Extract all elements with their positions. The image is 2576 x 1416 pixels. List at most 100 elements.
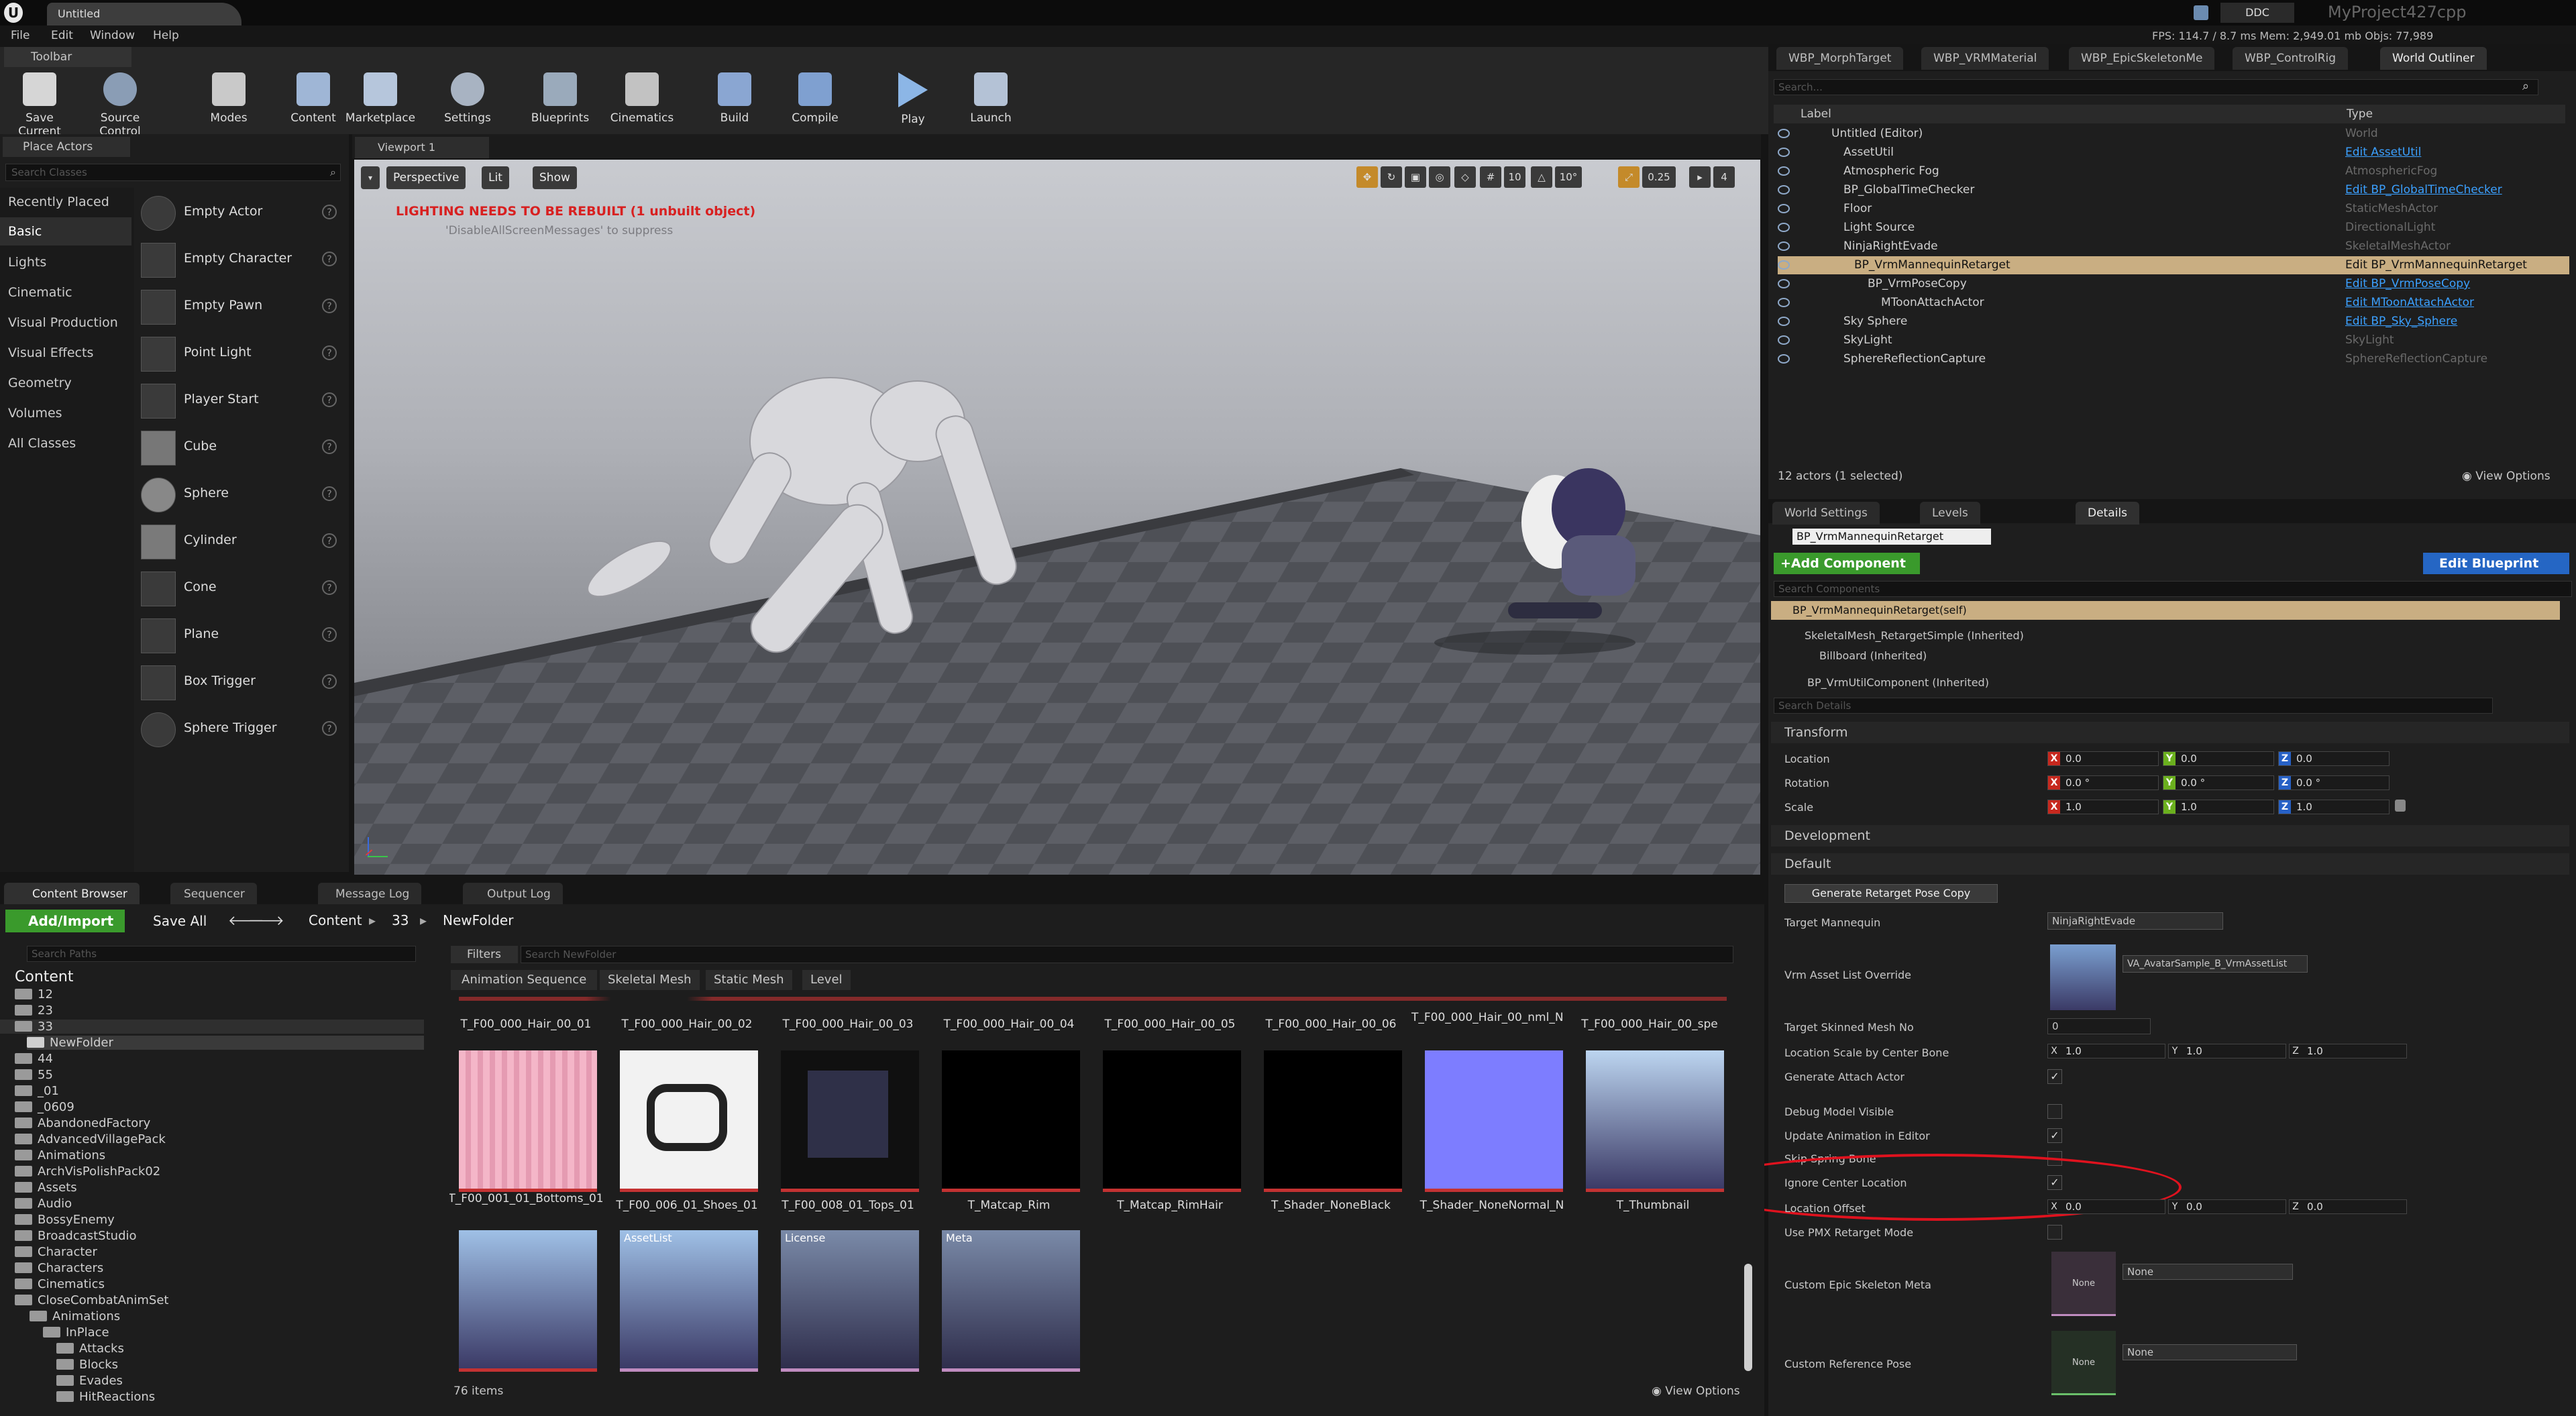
tree-item[interactable]: Cinematics bbox=[15, 1277, 105, 1291]
texture-thumbnail[interactable] bbox=[1586, 1050, 1724, 1192]
camera-speed-icon[interactable]: ▸ bbox=[1689, 166, 1711, 188]
filter-chip[interactable]: Static Mesh bbox=[706, 970, 792, 990]
update-anim-checkbox[interactable]: ✓ bbox=[2047, 1128, 2062, 1143]
category-all-classes[interactable]: All Classes bbox=[0, 429, 131, 457]
actor-sphere[interactable]: Sphere? bbox=[137, 472, 341, 516]
rotation-y-field[interactable]: Y 0.0 ° bbox=[2163, 775, 2274, 790]
help-icon[interactable]: ? bbox=[322, 252, 337, 266]
help-icon[interactable]: ? bbox=[322, 627, 337, 642]
texture-thumbnail[interactable] bbox=[620, 1050, 758, 1192]
tree-item[interactable]: Audio bbox=[15, 1197, 72, 1211]
camera-speed-value[interactable]: 4 bbox=[1713, 166, 1735, 188]
outliner-row[interactable]: SphereReflectionCapture SphereReflectionC… bbox=[1778, 350, 2569, 368]
tree-item-newfolder[interactable]: NewFolder bbox=[27, 1036, 424, 1050]
visibility-eye-icon[interactable] bbox=[1778, 335, 1790, 345]
license-thumbnail[interactable]: License bbox=[781, 1230, 919, 1372]
tree-item[interactable]: BossyEnemy bbox=[15, 1213, 115, 1227]
target-skinned-field[interactable]: 0 bbox=[2047, 1018, 2151, 1034]
asset-label[interactable]: T_F00_000_Hair_00_nml_N bbox=[1411, 1012, 1564, 1024]
menu-help[interactable]: Help bbox=[153, 29, 179, 42]
custom-ref-dropdown[interactable]: None bbox=[2123, 1344, 2297, 1360]
tab-wbp-morph-target[interactable]: WBP_MorphTarget bbox=[1776, 47, 1904, 70]
tab-details[interactable]: Details bbox=[2076, 502, 2139, 525]
asset-label[interactable]: T_F00_000_Hair_00_05 bbox=[1089, 1018, 1250, 1031]
rotation-snap-value[interactable]: 10° bbox=[1555, 166, 1582, 188]
location-offset-z[interactable]: Z 0.0 bbox=[2289, 1199, 2407, 1214]
category-visual-effects[interactable]: Visual Effects bbox=[0, 339, 131, 367]
tree-item[interactable]: ArchVisPolishPack02 bbox=[15, 1164, 160, 1179]
asset-label[interactable]: T_F00_006_01_Shoes_01 bbox=[606, 1199, 767, 1212]
scale-z-field[interactable]: Z 1.0 bbox=[2278, 800, 2390, 814]
category-recently-placed[interactable]: Recently Placed bbox=[0, 188, 131, 216]
component-skeletal-mesh[interactable]: SkeletalMesh_RetargetSimple (Inherited) bbox=[1805, 629, 2024, 642]
tree-item[interactable]: InPlace bbox=[43, 1325, 109, 1340]
actor-cube[interactable]: Cube? bbox=[137, 425, 341, 470]
category-lights[interactable]: Lights bbox=[0, 248, 131, 276]
tab-message-log[interactable]: Message Log bbox=[318, 883, 422, 906]
help-icon[interactable]: ? bbox=[322, 486, 337, 501]
source-control-icon[interactable] bbox=[2194, 5, 2208, 20]
visibility-eye-icon[interactable] bbox=[1778, 279, 1790, 288]
outliner-row[interactable]: Untitled (Editor) World bbox=[1778, 125, 2569, 143]
document-tab[interactable]: Untitled bbox=[47, 3, 241, 25]
filter-chip[interactable]: Skeletal Mesh bbox=[600, 970, 700, 990]
tab-wbp-epic-skeleton[interactable]: WBP_EpicSkeletonMe bbox=[2069, 47, 2215, 70]
actor-cylinder[interactable]: Cylinder? bbox=[137, 519, 341, 563]
tree-item[interactable]: CloseCombatAnimSet bbox=[15, 1293, 168, 1307]
place-actors-tab[interactable]: Place Actors bbox=[3, 137, 130, 157]
type-column-header[interactable]: Type bbox=[2347, 107, 2373, 121]
actor-player-start[interactable]: Player Start? bbox=[137, 378, 341, 423]
asset-label[interactable]: T_Shader_NoneNormal_N bbox=[1411, 1199, 1572, 1212]
category-visual-production[interactable]: Visual Production bbox=[0, 309, 131, 337]
rotation-label[interactable]: Rotation bbox=[1784, 777, 1829, 789]
scale-snap-value[interactable]: 0.25 bbox=[1642, 166, 1676, 188]
category-geometry[interactable]: Geometry bbox=[0, 369, 131, 397]
asset-label[interactable]: T_Shader_NoneBlack bbox=[1250, 1199, 1411, 1212]
tree-item[interactable]: 44 bbox=[15, 1052, 53, 1066]
lit-button[interactable]: Lit bbox=[482, 166, 509, 189]
search-components-input[interactable]: Search Components bbox=[1774, 581, 2572, 597]
ddc-button[interactable]: DDC bbox=[2220, 3, 2294, 23]
viewport-menu-button[interactable]: ▾ bbox=[361, 166, 380, 189]
visibility-eye-icon[interactable] bbox=[1778, 185, 1790, 195]
texture-thumbnail[interactable] bbox=[1264, 1050, 1402, 1192]
tree-item[interactable]: Assets bbox=[15, 1181, 77, 1195]
asset-label[interactable]: T_F00_001_01_Bottoms_01 bbox=[449, 1193, 606, 1205]
search-classes-input[interactable]: Search Classes ⌕ bbox=[5, 164, 341, 181]
asset-label[interactable]: T_F00_000_Hair_00_spe bbox=[1572, 1018, 1727, 1031]
world-local-icon[interactable]: ◎ bbox=[1429, 166, 1450, 188]
tab-world-settings[interactable]: World Settings bbox=[1772, 502, 1880, 525]
search-icon[interactable]: ⌕ bbox=[2522, 79, 2529, 93]
tree-item[interactable]: 55 bbox=[15, 1068, 53, 1082]
actor-cone[interactable]: Cone? bbox=[137, 566, 341, 610]
tree-item[interactable]: 23 bbox=[15, 1003, 53, 1018]
scale-tool-icon[interactable]: ▣ bbox=[1405, 166, 1426, 188]
outliner-row[interactable]: Atmospheric Fog AtmosphericFog bbox=[1778, 162, 2569, 180]
asset-label[interactable]: T_F00_000_Hair_00_01 bbox=[449, 1018, 606, 1031]
asset-label[interactable]: T_F00_000_Hair_00_04 bbox=[928, 1018, 1089, 1031]
outliner-row[interactable]: AssetUtil Edit AssetUtil bbox=[1778, 144, 2569, 162]
asset-list-thumbnail[interactable]: AssetList bbox=[620, 1230, 758, 1372]
rotation-z-field[interactable]: Z 0.0 ° bbox=[2278, 775, 2390, 790]
texture-thumbnail[interactable] bbox=[1103, 1050, 1241, 1192]
visibility-eye-icon[interactable] bbox=[1778, 129, 1790, 138]
grid-snap-value[interactable]: 10 bbox=[1504, 166, 1525, 188]
tree-item-selected[interactable]: 33 bbox=[0, 1020, 424, 1034]
menu-window[interactable]: Window bbox=[90, 29, 135, 42]
add-component-button[interactable]: +Add Component bbox=[1774, 553, 1920, 574]
location-label[interactable]: Location bbox=[1784, 753, 1830, 765]
location-offset-y[interactable]: Y 0.0 bbox=[2168, 1199, 2286, 1214]
vrm-asset-dropdown[interactable]: VA_AvatarSample_B_VrmAssetList bbox=[2123, 955, 2308, 973]
tree-item[interactable]: AdvancedVillagePack bbox=[15, 1132, 166, 1146]
search-folder-input[interactable]: Search NewFolder bbox=[521, 946, 1733, 963]
search-paths-input[interactable]: Search Paths bbox=[27, 946, 416, 962]
category-basic[interactable]: Basic bbox=[0, 217, 131, 246]
tab-content-browser[interactable]: Content Browser bbox=[4, 883, 140, 906]
visibility-eye-icon[interactable] bbox=[1778, 223, 1790, 232]
scale-y-field[interactable]: Y 1.0 bbox=[2163, 800, 2274, 814]
label-column-header[interactable]: Label bbox=[1801, 107, 1831, 121]
asset-label[interactable]: T_Matcap_Rim bbox=[928, 1199, 1089, 1212]
location-scale-y[interactable]: Y 1.0 bbox=[2168, 1044, 2286, 1058]
tree-item[interactable]: Animations bbox=[15, 1148, 105, 1162]
component-billboard[interactable]: Billboard (Inherited) bbox=[1819, 649, 1927, 662]
